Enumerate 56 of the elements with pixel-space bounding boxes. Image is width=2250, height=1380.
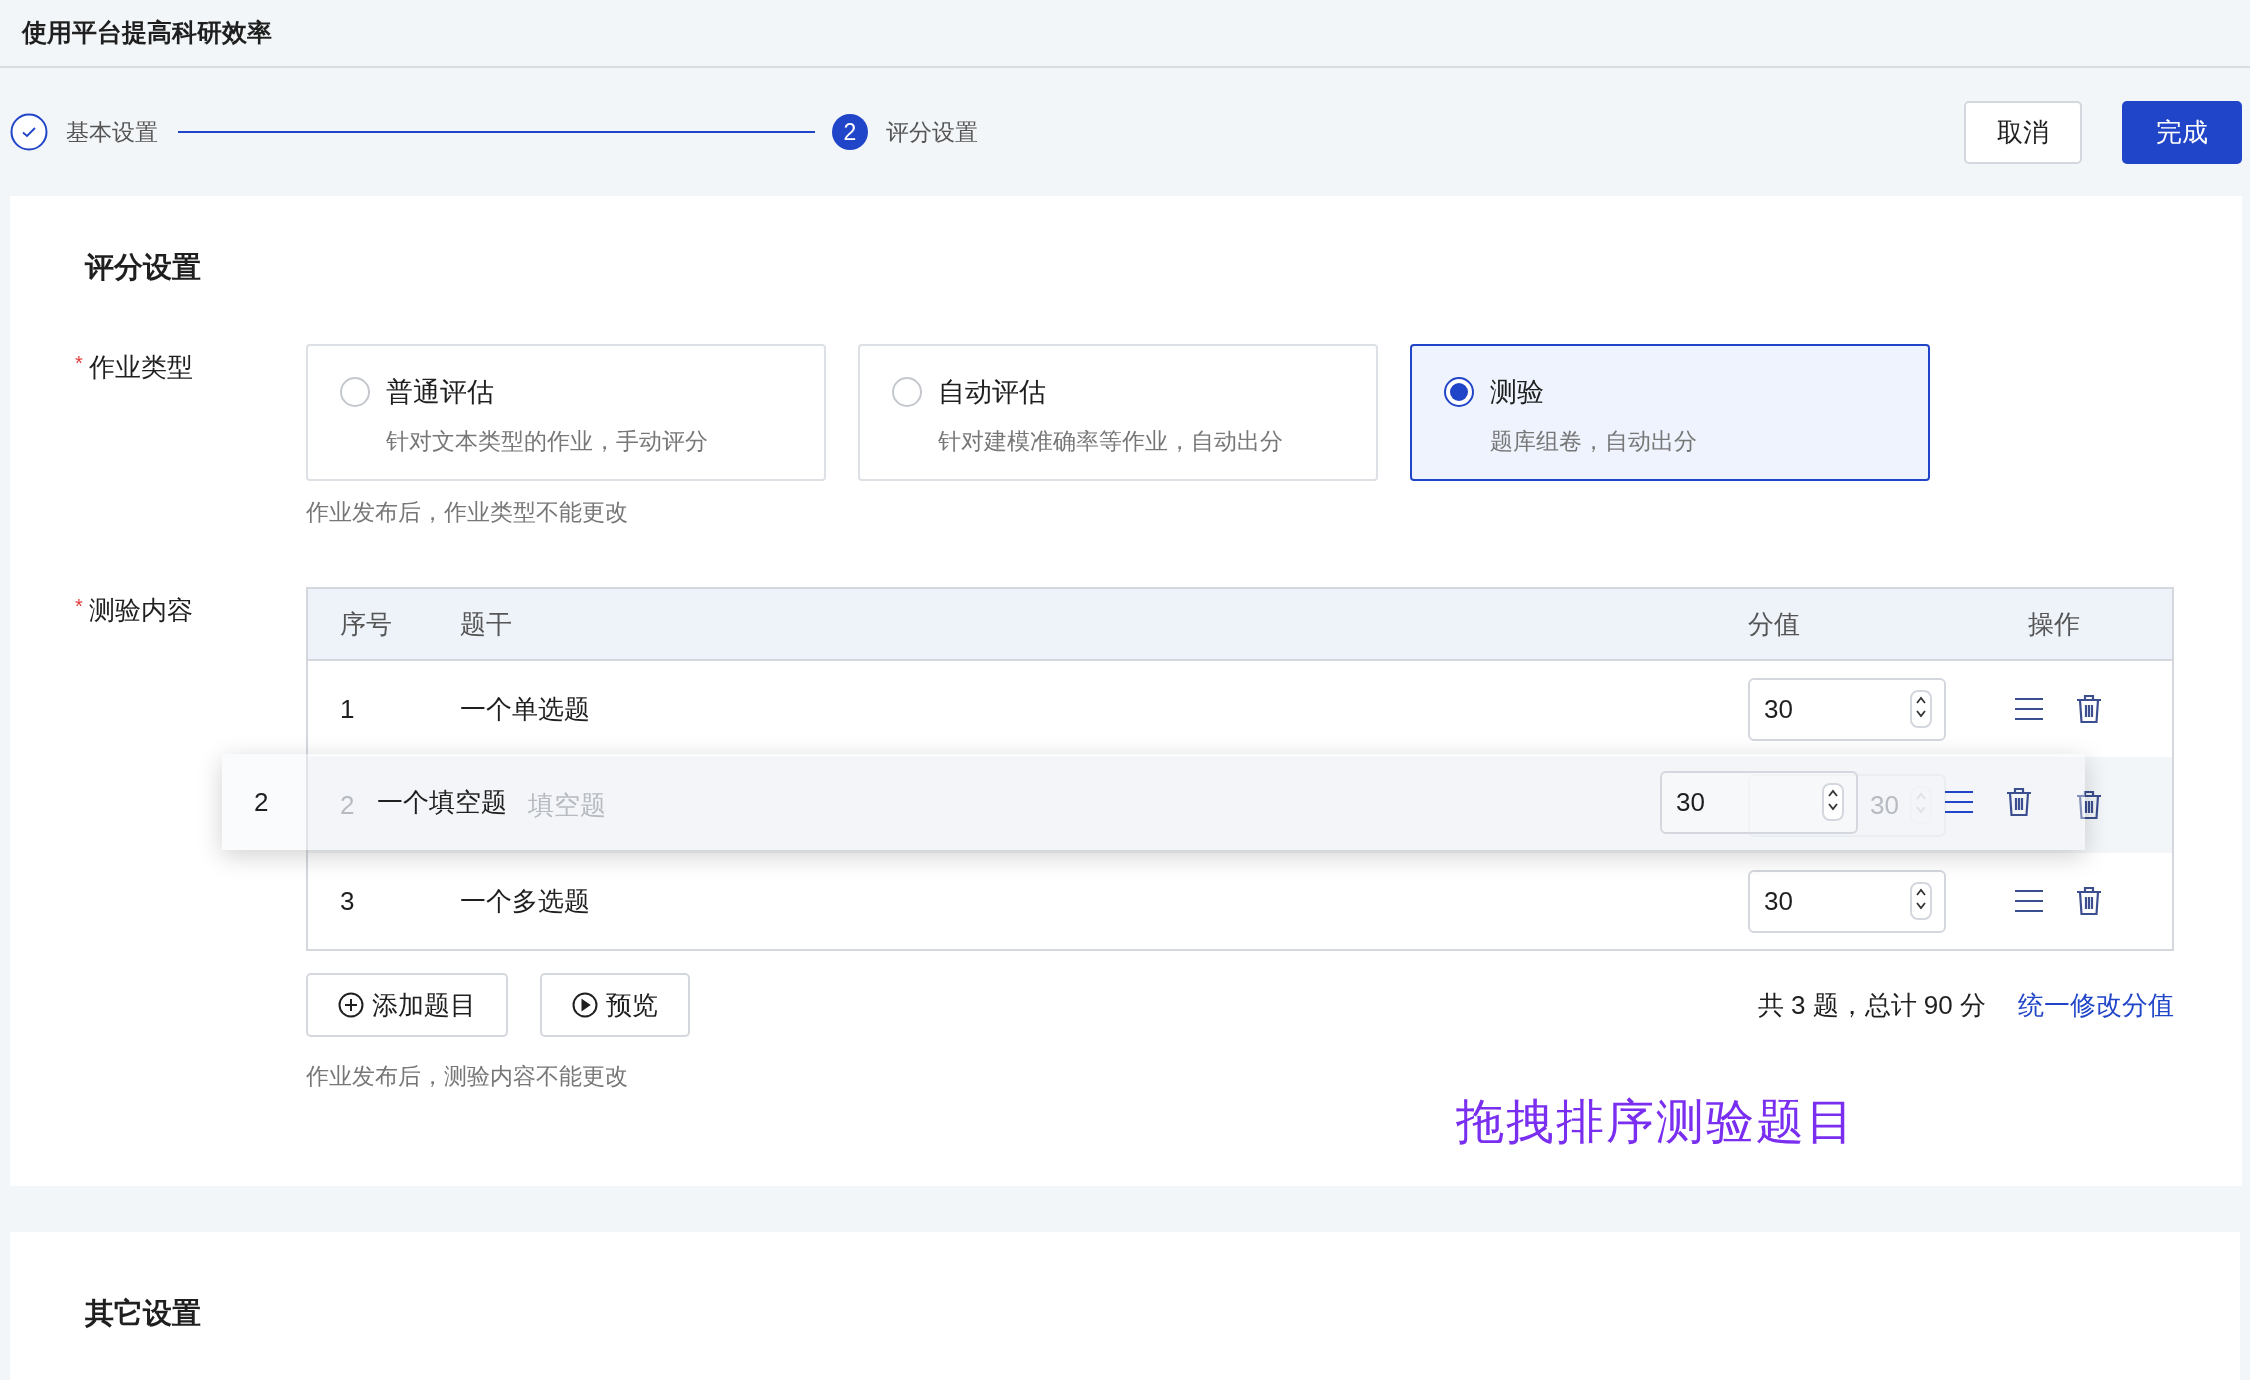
option-title: 自动评估: [938, 375, 1046, 409]
drag-handle-icon[interactable]: [1944, 790, 1974, 814]
option-title: 普通评估: [386, 375, 494, 409]
step-label[interactable]: 评分设置: [886, 114, 978, 150]
step-label[interactable]: 基本设置: [66, 114, 158, 150]
step-number: 2: [832, 114, 868, 150]
score-input[interactable]: 30: [1660, 770, 1858, 834]
section-title: 其它设置: [85, 1296, 202, 1331]
drag-handle-icon[interactable]: [2014, 697, 2044, 721]
option-title: 测验: [1490, 375, 1544, 409]
finish-button[interactable]: 完成: [2122, 100, 2242, 164]
stepper-icon[interactable]: [1822, 783, 1844, 821]
plus-circle-icon: [338, 992, 364, 1018]
row-number: 2: [254, 786, 269, 817]
column-header: 序号: [339, 607, 393, 641]
row-number: 1: [340, 693, 355, 724]
preview-button[interactable]: 预览: [540, 973, 690, 1037]
column-header: 题干: [459, 607, 513, 641]
row-number: 2: [340, 789, 355, 820]
required-mark: *: [75, 350, 83, 376]
play-circle-icon: [572, 992, 598, 1018]
question-title: 一个填空题: [377, 786, 507, 817]
type-option[interactable]: 普通评估 针对文本类型的作业，手动评分: [306, 343, 826, 481]
option-description: 针对文本类型的作业，手动评分: [386, 427, 709, 456]
batch-edit-score-link[interactable]: 统一修改分值: [2018, 985, 2174, 1025]
stepper-icon[interactable]: [1910, 690, 1932, 728]
trash-icon[interactable]: [2006, 787, 2032, 817]
page-title: 使用平台提高科研效率: [22, 17, 272, 49]
section-title: 评分设置: [85, 250, 202, 285]
drag-handle-icon[interactable]: [2014, 889, 2044, 913]
option-description: 题库组卷，自动出分: [1490, 427, 1698, 456]
row-number: 3: [340, 885, 355, 916]
field-label: 作业类型: [88, 350, 193, 384]
type-option[interactable]: 自动评估 针对建模准确率等作业，自动出分: [858, 343, 1378, 481]
field-label: 测验内容: [88, 594, 193, 627]
column-header: 分值: [1748, 607, 1801, 641]
score-input[interactable]: 30: [1748, 869, 1946, 933]
trash-icon[interactable]: [2076, 886, 2102, 916]
question-title: 填空题: [528, 789, 606, 820]
cancel-button[interactable]: 取消: [1964, 100, 2082, 164]
required-mark: *: [75, 594, 83, 619]
annotation-text: 拖拽排序测验题目: [1456, 1094, 1856, 1150]
trash-icon[interactable]: [2076, 694, 2102, 724]
hint-text: 作业发布后，作业类型不能更改: [306, 497, 629, 527]
score-input[interactable]: 30: [1748, 677, 1946, 741]
summary-text: 共 3 题，总计 90 分: [1757, 988, 1986, 1022]
hint-text: 作业发布后，测验内容不能更改: [306, 1062, 629, 1091]
stepper-icon[interactable]: [1910, 882, 1932, 920]
add-question-button[interactable]: 添加题目: [306, 973, 508, 1037]
type-option[interactable]: 测验 题库组卷，自动出分: [1410, 343, 1930, 481]
question-title: 一个单选题: [460, 693, 590, 724]
trash-icon[interactable]: [2076, 790, 2102, 820]
column-header: 操作: [2028, 607, 2080, 641]
radio-button[interactable]: [1444, 376, 1474, 407]
option-description: 针对建模准确率等作业，自动出分: [938, 427, 1284, 456]
question-title: 一个多选题: [460, 885, 590, 916]
